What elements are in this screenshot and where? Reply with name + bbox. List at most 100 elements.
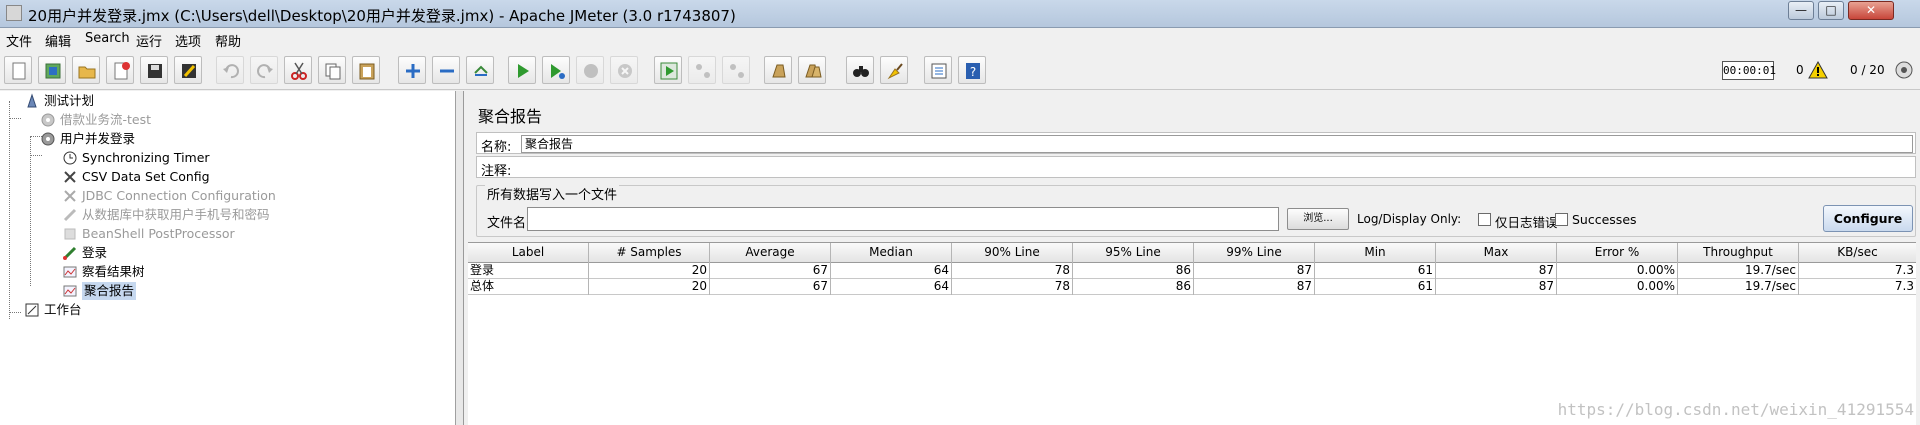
table-cell: 64: [831, 279, 952, 295]
shutdown-icon[interactable]: [610, 56, 638, 84]
column-header[interactable]: Average: [710, 243, 831, 263]
log-display-label: Log/Display Only:: [1357, 212, 1462, 226]
pane-splitter[interactable]: [456, 91, 464, 425]
save-icon[interactable]: [140, 56, 168, 84]
column-header[interactable]: Median: [831, 243, 952, 263]
name-label: 名称:: [481, 140, 512, 155]
name-field[interactable]: 聚合报告: [521, 135, 1913, 153]
column-header[interactable]: 95% Line: [1073, 243, 1194, 263]
table-cell: 87: [1436, 263, 1557, 279]
open-icon[interactable]: [72, 56, 100, 84]
table-cell: 0.00%: [1557, 279, 1678, 295]
expand-all-icon[interactable]: [398, 56, 426, 84]
panel-title: 聚合报告: [478, 107, 543, 126]
collapse-all-icon[interactable]: [432, 56, 460, 84]
function-helper-icon[interactable]: [924, 56, 952, 84]
column-header[interactable]: 90% Line: [952, 243, 1073, 263]
table-cell: 19.7/sec: [1678, 279, 1799, 295]
listener-icon: [63, 266, 77, 278]
column-header[interactable]: # Samples: [589, 243, 710, 263]
menu-help[interactable]: 帮助: [215, 31, 241, 50]
comment-label: 注释:: [481, 164, 512, 179]
toggle-icon[interactable]: [466, 56, 494, 84]
undo-icon[interactable]: [216, 56, 244, 84]
templates-icon[interactable]: [38, 56, 66, 84]
help-icon[interactable]: ?: [958, 56, 986, 84]
listener-icon: [63, 285, 77, 297]
column-header[interactable]: KB/sec: [1799, 243, 1916, 263]
close-button[interactable]: ✕: [1848, 1, 1894, 20]
successes-label: Successes: [1572, 212, 1637, 227]
aggregate-report-panel: 聚合报告 名称: 聚合报告 注释: 所有数据写入一个文件 文件名 浏览... L…: [466, 91, 1920, 425]
table-cell: 61: [1315, 279, 1436, 295]
column-header[interactable]: 99% Line: [1194, 243, 1315, 263]
filename-label: 文件名: [487, 216, 527, 231]
maximize-button[interactable]: □: [1818, 1, 1844, 20]
write-to-file-title: 所有数据写入一个文件: [485, 184, 620, 203]
start-icon[interactable]: [508, 56, 536, 84]
remote-start-icon[interactable]: [654, 56, 682, 84]
table-cell: 78: [952, 279, 1073, 295]
write-to-file-group: 所有数据写入一个文件 文件名 浏览... Log/Display Only: 仅…: [476, 184, 1916, 237]
menu-options[interactable]: 选项: [175, 31, 201, 50]
table-cell: 总体: [468, 279, 589, 295]
table-cell: 64: [831, 263, 952, 279]
activity-icon: [1895, 61, 1913, 79]
clear-all-icon[interactable]: [798, 56, 826, 84]
comment-field[interactable]: [521, 159, 1913, 177]
warning-icon[interactable]: [1808, 60, 1828, 80]
new-icon[interactable]: [4, 56, 32, 84]
table-cell: 61: [1315, 263, 1436, 279]
close-file-icon[interactable]: [106, 56, 134, 84]
search-icon[interactable]: [846, 56, 874, 84]
remote-shutdown-icon[interactable]: [722, 56, 750, 84]
remote-stop-icon[interactable]: [688, 56, 716, 84]
stop-icon[interactable]: [576, 56, 604, 84]
table-cell: 登录: [468, 263, 589, 279]
test-plan-icon: [27, 93, 37, 108]
save-as-icon[interactable]: [174, 56, 202, 84]
table-row[interactable]: 总体 20 67 64 78 86 87 61 87 0.00% 19.7/se…: [468, 279, 1916, 295]
table-cell: 67: [710, 279, 831, 295]
redo-icon[interactable]: [250, 56, 278, 84]
column-header[interactable]: Throughput: [1678, 243, 1799, 263]
successes-checkbox[interactable]: [1555, 213, 1568, 226]
filename-input[interactable]: [527, 207, 1279, 231]
toolbar: ?: [0, 50, 1920, 90]
menu-edit[interactable]: 编辑: [45, 31, 71, 50]
table-cell: 7.3: [1894, 263, 1914, 277]
errors-only-checkbox[interactable]: [1478, 213, 1491, 226]
thread-group-icon: [41, 132, 55, 146]
sampler-icon: [63, 208, 77, 222]
menu-file[interactable]: 文件: [6, 31, 32, 50]
paste-icon[interactable]: [352, 56, 380, 84]
column-header[interactable]: Min: [1315, 243, 1436, 263]
config-icon: [64, 190, 76, 202]
table-cell: 87: [1194, 263, 1315, 279]
copy-icon[interactable]: [318, 56, 346, 84]
minimize-button[interactable]: —: [1788, 1, 1814, 20]
watermark: https://blog.csdn.net/weixin_41291554: [1557, 400, 1914, 419]
aggregate-table: Label # Samples Average Median 90% Line …: [468, 242, 1916, 425]
column-header[interactable]: Error %: [1557, 243, 1678, 263]
column-header[interactable]: Label: [468, 243, 589, 263]
reset-search-icon[interactable]: [880, 56, 908, 84]
table-cell: 87: [1436, 279, 1557, 295]
cut-icon[interactable]: [284, 56, 312, 84]
browse-button[interactable]: 浏览...: [1287, 208, 1349, 230]
menu-run[interactable]: 运行: [136, 31, 162, 50]
start-no-pauses-icon[interactable]: [542, 56, 570, 84]
table-cell: 86: [1073, 263, 1194, 279]
sampler-icon: [63, 246, 77, 260]
errors-only-label: 仅日志错误: [1495, 215, 1558, 230]
table-row[interactable]: 登录 20 67 64 78 86 87 61 87 0.00% 19.7/se…: [468, 263, 1916, 279]
thread-count: 0 / 20: [1850, 63, 1885, 77]
clear-icon[interactable]: [764, 56, 792, 84]
table-cell: 78: [952, 263, 1073, 279]
comment-row: 注释:: [476, 156, 1916, 179]
workbench-icon: [25, 303, 39, 317]
menu-search[interactable]: Search: [85, 31, 130, 46]
configure-button[interactable]: Configure: [1823, 205, 1913, 232]
column-header[interactable]: Max: [1436, 243, 1557, 263]
postprocessor-icon: [64, 228, 76, 240]
